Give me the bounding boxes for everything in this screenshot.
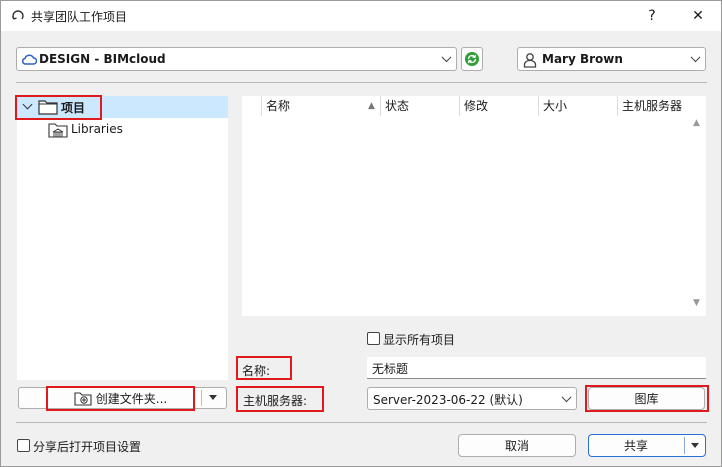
dropdown-arrow-icon[interactable] [691, 443, 699, 448]
server-name: DESIGN - BIMcloud [39, 52, 166, 66]
project-tree[interactable]: 项目 Libraries [17, 96, 228, 380]
user-name: Mary Brown [542, 52, 623, 66]
show-all-label: 显示所有项目 [383, 333, 456, 347]
teamwork-icon [11, 10, 24, 20]
library-folder-icon [48, 123, 68, 138]
refresh-button[interactable] [461, 47, 483, 71]
chevron-down-icon[interactable] [22, 99, 33, 110]
separator [16, 82, 707, 83]
share-teamwork-dialog: 共享团队工作项目 ? ✕ DESIGN - BIMcloud Mary Brow… [0, 0, 722, 467]
chevron-down-icon [441, 52, 452, 63]
column-header-modified[interactable]: 修改 [459, 96, 538, 116]
split-divider [201, 390, 202, 406]
tree-root-label: 项目 [61, 101, 86, 115]
cloud-icon [21, 54, 37, 65]
host-server-value: Server-2023-06-22 (默认) [373, 393, 523, 407]
open-settings-checkbox[interactable]: 分享后打开项目设置 [17, 438, 187, 454]
user-select[interactable]: Mary Brown [517, 47, 706, 71]
column-header-size[interactable]: 大小 [538, 96, 617, 116]
user-icon [523, 53, 537, 68]
chevron-down-icon [690, 52, 701, 63]
sync-icon [465, 52, 479, 66]
name-label: 名称: [242, 364, 271, 378]
dialog-title: 共享团队工作项目 [31, 10, 128, 24]
new-folder-icon [74, 391, 92, 406]
checkbox-box[interactable] [367, 332, 380, 345]
library-button[interactable]: 图库 [588, 387, 705, 410]
column-header-name[interactable]: 名称 ▲ [261, 96, 380, 116]
cancel-button[interactable]: 取消 [458, 434, 576, 457]
sort-ascending-icon: ▲ [368, 101, 375, 111]
project-list[interactable]: 名称 ▲ 状态 修改 大小 主机服务器 [242, 96, 690, 316]
title-bar: 共享团队工作项目 ? ✕ [1, 1, 721, 31]
create-folder-button[interactable]: 创建文件夹... [47, 387, 194, 409]
help-button[interactable]: ? [629, 1, 675, 31]
tree-child-label: Libraries [71, 122, 123, 136]
column-header-status[interactable]: 状态 [380, 96, 459, 116]
project-name-input[interactable]: 无标题 [367, 357, 706, 379]
chevron-down-icon [561, 391, 572, 402]
show-all-projects-checkbox[interactable]: 显示所有项目 [367, 331, 487, 347]
share-button[interactable]: 共享 [588, 437, 684, 454]
project-name-value: 无标题 [372, 362, 409, 376]
open-settings-label: 分享后打开项目设置 [33, 440, 142, 454]
tree-row-projects[interactable]: 项目 [17, 96, 228, 118]
separator [16, 422, 707, 423]
scroll-up-icon[interactable]: ▲ [693, 118, 700, 128]
folder-icon [38, 100, 58, 115]
scroll-down-icon[interactable]: ▼ [693, 298, 700, 308]
close-button[interactable]: ✕ [675, 1, 721, 31]
split-divider [684, 437, 685, 454]
list-scrollbar[interactable]: ▲ ▼ [690, 96, 706, 316]
host-server-label: 主机服务器: [243, 394, 308, 408]
server-select[interactable]: DESIGN - BIMcloud [16, 47, 457, 71]
dropdown-arrow-icon[interactable] [209, 395, 217, 400]
tree-row-libraries[interactable]: Libraries [17, 120, 228, 140]
column-header-host-server[interactable]: 主机服务器 [617, 96, 690, 116]
host-server-select[interactable]: Server-2023-06-22 (默认) [367, 387, 577, 410]
checkbox-box[interactable] [17, 439, 30, 452]
create-folder-label: 创建文件夹... [95, 391, 168, 406]
